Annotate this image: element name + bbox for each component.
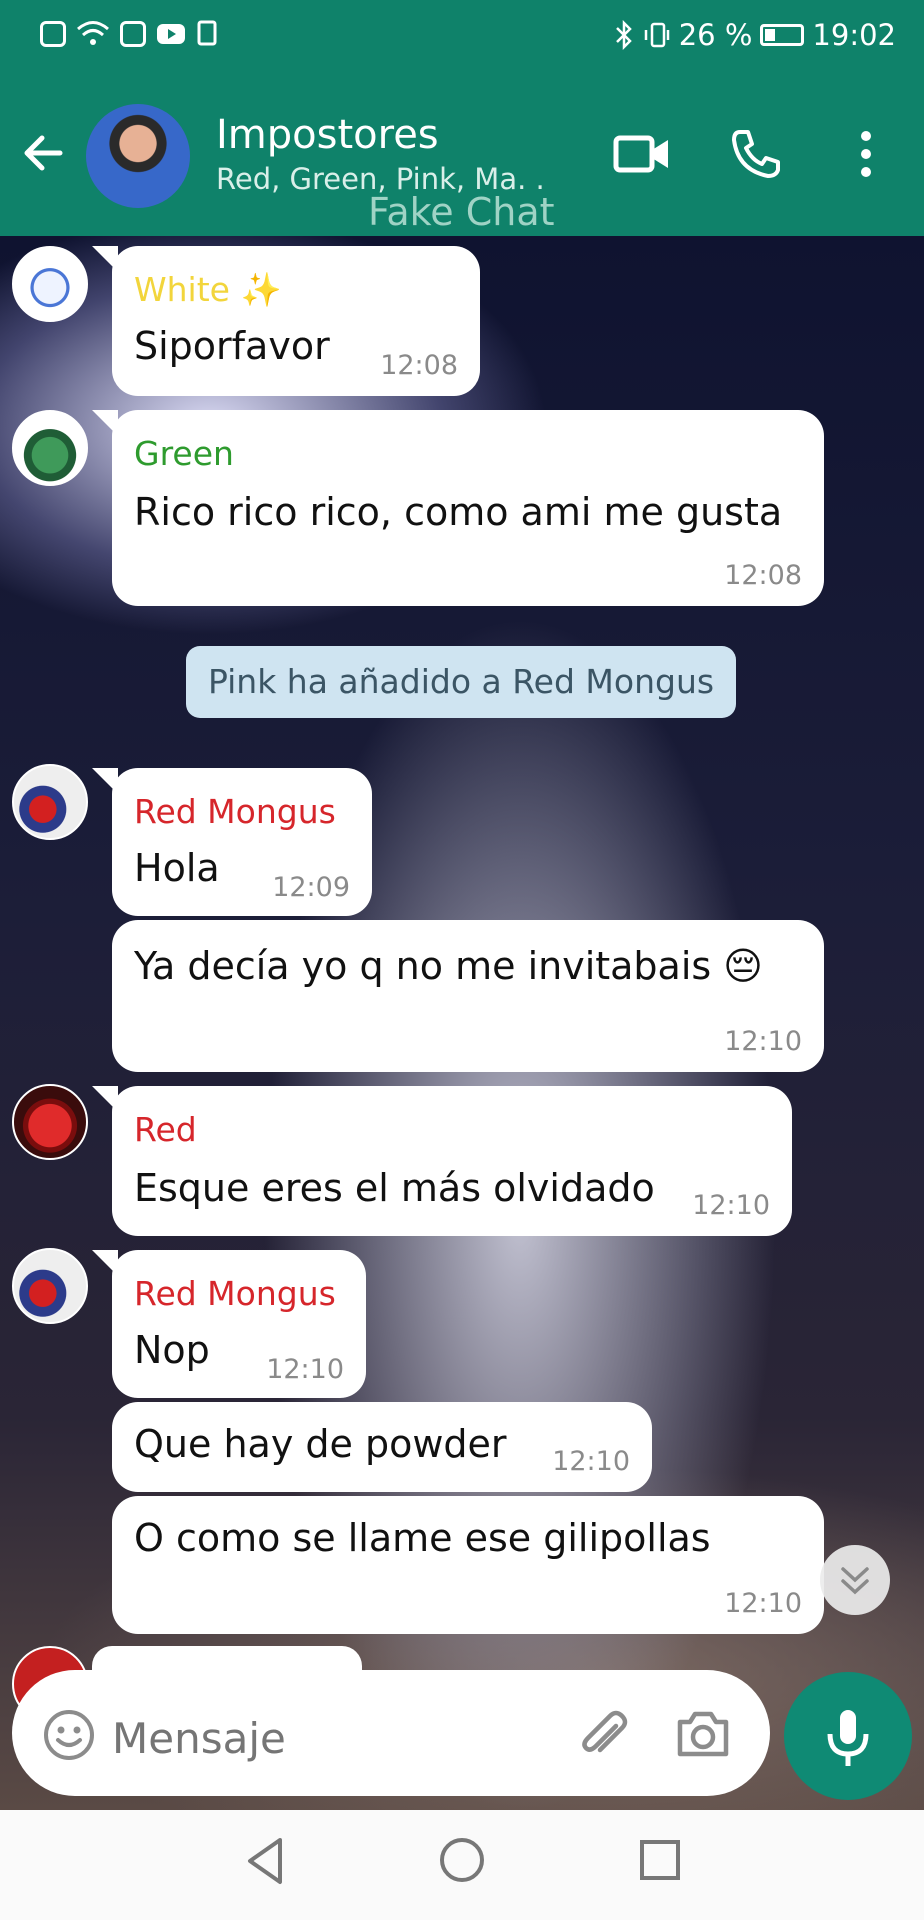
chat-messages[interactable]: White ✨ Siporfavor 12:08 Green Rico rico…: [0, 236, 924, 1810]
message-text: Que hay de powder: [134, 1422, 507, 1466]
message-bubble[interactable]: Red Esque eres el más olvidado 12:10: [112, 1086, 792, 1236]
nav-home-icon[interactable]: [434, 1832, 490, 1888]
watermark: Fake Chat: [368, 190, 555, 234]
sender-name: Red: [134, 1110, 197, 1149]
avatar[interactable]: [12, 1248, 88, 1324]
clock: 19:02: [812, 18, 896, 52]
wifi-icon: [77, 21, 109, 45]
status-icons-right: 26 % 19:02: [613, 18, 896, 52]
message-bubble[interactable]: Red Mongus Nop 12:10: [112, 1250, 366, 1398]
status-icons-left: [40, 20, 220, 48]
message-time: 12:08: [724, 560, 802, 591]
avatar[interactable]: [12, 1084, 88, 1160]
chat-header: 26 % 19:02 Impostores Red, Green, Pink, …: [0, 0, 924, 236]
sender-name: Red Mongus: [134, 792, 336, 831]
battery-percent: 26 %: [678, 18, 753, 52]
chat-title[interactable]: Impostores: [216, 112, 439, 158]
nfc-icon: [120, 21, 146, 47]
battery-icon: [760, 24, 805, 46]
voice-record-button[interactable]: [784, 1672, 912, 1800]
more-vert-icon[interactable]: [838, 126, 894, 182]
sender-name: Green: [134, 434, 234, 473]
message-text: Hola: [134, 846, 220, 890]
message-bubble[interactable]: Ya decía yo q no me invitabais 😔 12:10: [112, 920, 824, 1072]
message-time: 12:08: [380, 350, 458, 381]
message-time: 12:10: [552, 1446, 630, 1477]
microphone-icon: [827, 1710, 869, 1766]
camera-icon[interactable]: [672, 1704, 734, 1764]
download-icon: [197, 20, 217, 46]
alert-icon: [40, 21, 66, 47]
nav-recents-icon[interactable]: [634, 1834, 686, 1886]
double-chevron-down-icon: [841, 1567, 869, 1595]
message-bubble[interactable]: Red Mongus Hola 12:09: [112, 768, 372, 916]
phone-icon[interactable]: [726, 126, 786, 182]
sender-name: White ✨: [134, 270, 282, 309]
avatar[interactable]: [12, 764, 88, 840]
message-time: 12:10: [724, 1026, 802, 1057]
scroll-to-bottom-button[interactable]: [820, 1545, 890, 1615]
bluetooth-icon: [615, 20, 632, 50]
message-time: 12:10: [266, 1354, 344, 1385]
nav-back-icon[interactable]: [240, 1834, 290, 1888]
video-call-icon[interactable]: [612, 126, 672, 182]
emoji-icon[interactable]: [42, 1708, 96, 1762]
vibrate-icon: [644, 22, 669, 48]
message-time: 12:10: [724, 1588, 802, 1619]
youtube-icon: [157, 24, 185, 44]
message-text: O como se llame ese gilipollas: [134, 1516, 711, 1560]
avatar[interactable]: [12, 246, 88, 322]
message-text: Siporfavor: [134, 324, 330, 368]
paperclip-icon[interactable]: [574, 1706, 634, 1766]
arrow-left-icon[interactable]: [18, 128, 68, 178]
message-bubble[interactable]: White ✨ Siporfavor 12:08: [112, 246, 480, 396]
group-avatar[interactable]: [86, 104, 190, 208]
message-bubble[interactable]: Que hay de powder 12:10: [112, 1402, 652, 1492]
message-bubble[interactable]: O como se llame ese gilipollas 12:10: [112, 1496, 824, 1634]
message-time: 12:09: [272, 872, 350, 903]
message-text: Rico rico rico, como ami me gusta: [134, 490, 783, 534]
message-bubble[interactable]: Green Rico rico rico, como ami me gusta …: [112, 410, 824, 606]
system-nav-bar: [0, 1810, 924, 1920]
message-input[interactable]: [112, 1714, 432, 1763]
message-time: 12:10: [692, 1190, 770, 1221]
message-text: Nop: [134, 1328, 210, 1372]
message-text: Esque eres el más olvidado: [134, 1166, 655, 1210]
avatar[interactable]: [12, 410, 88, 486]
system-message: Pink ha añadido a Red Mongus: [186, 646, 736, 718]
sender-name: Red Mongus: [134, 1274, 336, 1313]
message-text: Ya decía yo q no me invitabais 😔: [134, 944, 763, 988]
